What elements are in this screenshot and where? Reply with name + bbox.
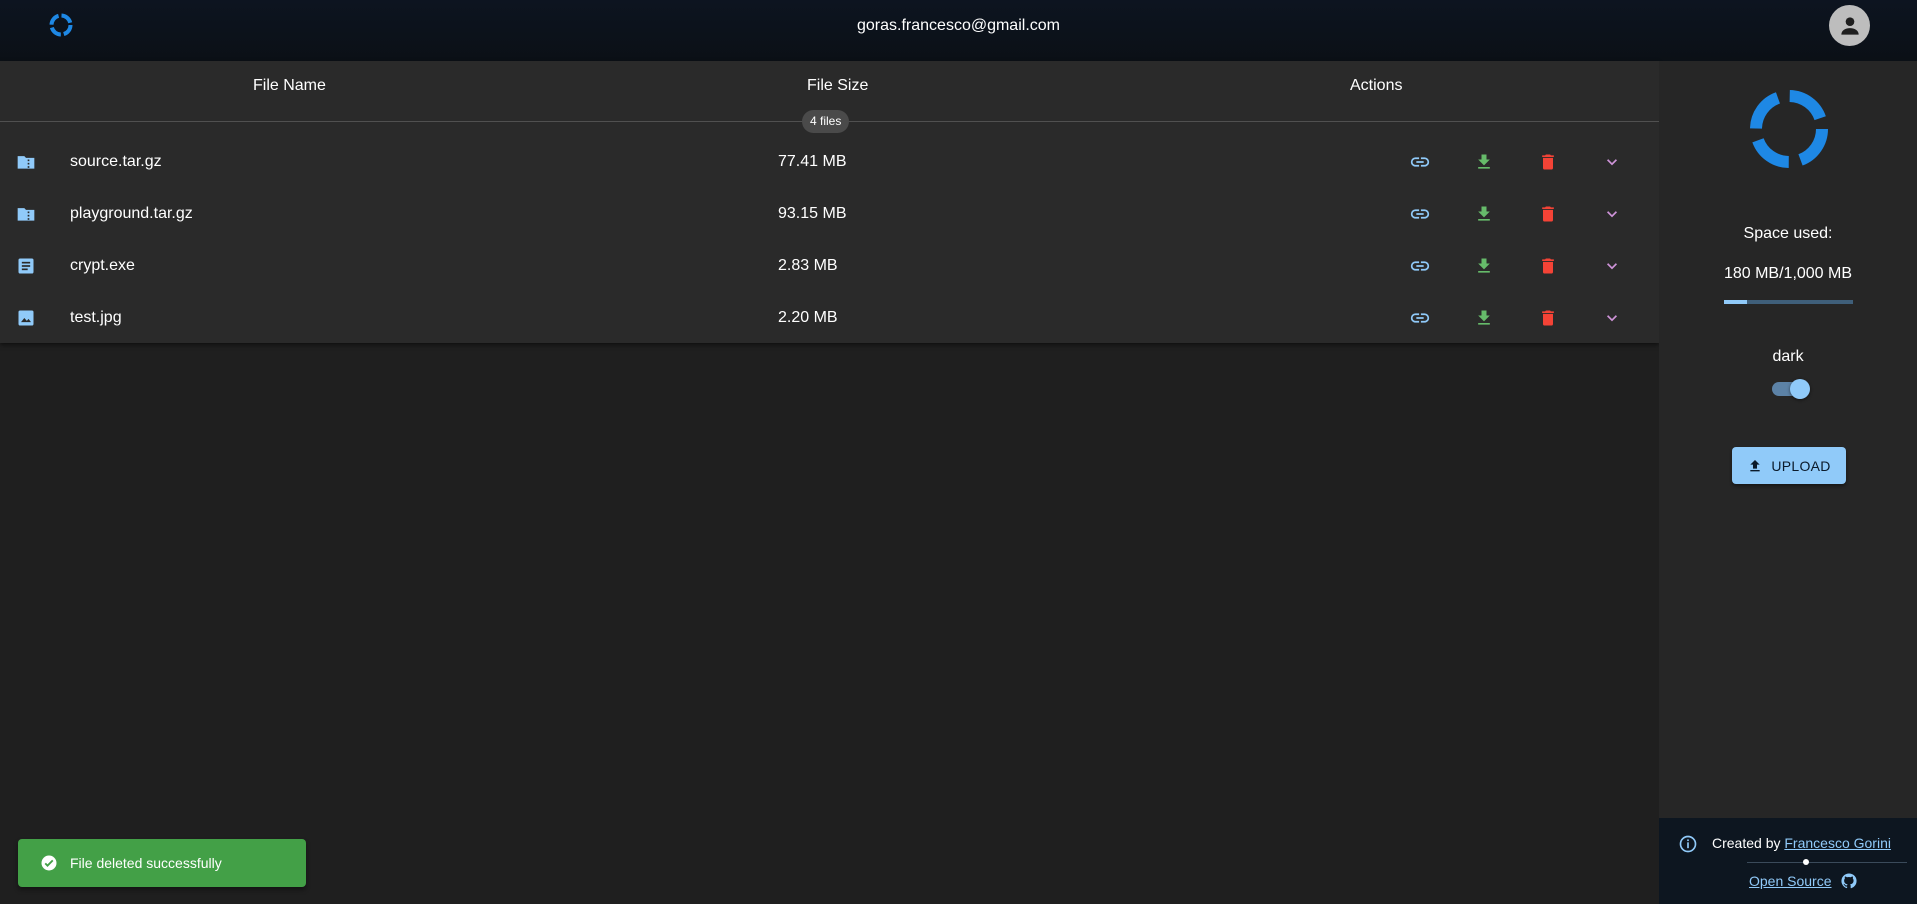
delete-icon: [1542, 258, 1554, 274]
file-name: test.jpg: [70, 309, 122, 326]
expand-icon: [1607, 159, 1617, 166]
expand-icon: [1607, 315, 1617, 322]
copy-link-button[interactable]: [1408, 254, 1432, 278]
link-icon: [1410, 313, 1430, 323]
delete-button[interactable]: [1536, 254, 1560, 278]
table-row[interactable]: playground.tar.gz 93.15 MB: [0, 188, 1659, 240]
expand-row-button[interactable]: [1600, 306, 1624, 330]
delete-button[interactable]: [1536, 306, 1560, 330]
footer-divider: [1747, 862, 1907, 863]
file-size: 77.41 MB: [778, 153, 847, 170]
column-header-file-name[interactable]: File Name: [253, 61, 326, 110]
column-header-file-size[interactable]: File Size: [807, 61, 868, 110]
credits: Created by Francesco Gorini: [1712, 835, 1891, 851]
delete-icon: [1542, 310, 1554, 326]
created-by-text: Created by: [1712, 835, 1781, 851]
download-button[interactable]: [1472, 150, 1496, 174]
author-link[interactable]: Francesco Gorini: [1784, 835, 1891, 851]
sidebar: Space used: 180 MB/1,000 MB dark UPLOAD: [1659, 61, 1917, 904]
document-icon: [18, 258, 34, 274]
download-icon: [1478, 154, 1490, 169]
download-icon: [1478, 258, 1490, 273]
file-table: File Name File Size Actions 4 files sour…: [0, 61, 1659, 343]
download-button[interactable]: [1472, 306, 1496, 330]
download-icon: [1478, 310, 1490, 325]
link-icon: [1410, 261, 1430, 271]
file-count-chip: 4 files: [802, 110, 850, 133]
cloud-ring-logo-icon: [1750, 90, 1828, 168]
theme-toggle[interactable]: [1770, 377, 1810, 399]
open-source-link[interactable]: Open Source: [1749, 873, 1832, 889]
main-content: File Name File Size Actions 4 files sour…: [0, 61, 1659, 904]
check-circle-icon: [41, 855, 57, 871]
file-size: 2.83 MB: [778, 257, 838, 274]
delete-button[interactable]: [1536, 150, 1560, 174]
download-button[interactable]: [1472, 254, 1496, 278]
user-email: goras.francesco@gmail.com: [857, 16, 1060, 34]
delete-icon: [1542, 154, 1554, 170]
download-icon: [1478, 206, 1490, 221]
table-row[interactable]: source.tar.gz 77.41 MB: [0, 136, 1659, 188]
copy-link-button[interactable]: [1408, 306, 1432, 330]
github-icon[interactable]: [1840, 872, 1858, 890]
expand-icon: [1607, 211, 1617, 218]
image-icon: [18, 310, 34, 326]
folder-zip-icon: [17, 208, 35, 221]
theme-label: dark: [1772, 348, 1804, 365]
file-name: crypt.exe: [70, 257, 135, 274]
toggle-thumb: [1790, 379, 1810, 399]
download-button[interactable]: [1472, 202, 1496, 226]
expand-icon: [1607, 263, 1617, 270]
table-row[interactable]: test.jpg 2.20 MB: [0, 292, 1659, 344]
delete-button[interactable]: [1536, 202, 1560, 226]
info-icon: [1679, 835, 1697, 853]
upload-button[interactable]: UPLOAD: [1732, 447, 1846, 484]
open-source-row: Open Source: [1749, 872, 1858, 890]
sidebar-footer: Created by Francesco Gorini Open Source: [1659, 818, 1917, 904]
copy-link-button[interactable]: [1408, 202, 1432, 226]
folder-zip-icon: [17, 156, 35, 169]
copy-link-button[interactable]: [1408, 150, 1432, 174]
link-icon: [1410, 209, 1430, 219]
account-button[interactable]: [1829, 5, 1870, 46]
delete-icon: [1542, 206, 1554, 222]
expand-row-button[interactable]: [1600, 150, 1624, 174]
cloud-ring-logo-icon[interactable]: [46, 10, 76, 40]
file-size: 93.15 MB: [778, 205, 847, 222]
file-size: 2.20 MB: [778, 309, 838, 326]
storage-progress-fill: [1724, 300, 1748, 304]
space-used-value: 180 MB/1,000 MB: [1723, 265, 1853, 282]
expand-row-button[interactable]: [1600, 202, 1624, 226]
success-snackbar: File deleted successfully: [18, 839, 306, 887]
file-name: source.tar.gz: [70, 153, 162, 170]
file-name: playground.tar.gz: [70, 205, 193, 222]
link-icon: [1410, 157, 1430, 167]
account-circle-icon: [1840, 16, 1859, 35]
upload-button-label: UPLOAD: [1771, 457, 1831, 474]
expand-row-button[interactable]: [1600, 254, 1624, 278]
column-header-actions: Actions: [1350, 77, 1403, 94]
snackbar-message: File deleted successfully: [70, 855, 222, 871]
app-bar: goras.francesco@gmail.com: [0, 0, 1917, 61]
footer-divider-dot: [1803, 859, 1809, 865]
upload-icon: [1750, 459, 1760, 471]
space-used-label: Space used:: [1743, 225, 1833, 242]
storage-progress-bar: [1724, 300, 1853, 304]
table-row[interactable]: crypt.exe 2.83 MB: [0, 240, 1659, 292]
